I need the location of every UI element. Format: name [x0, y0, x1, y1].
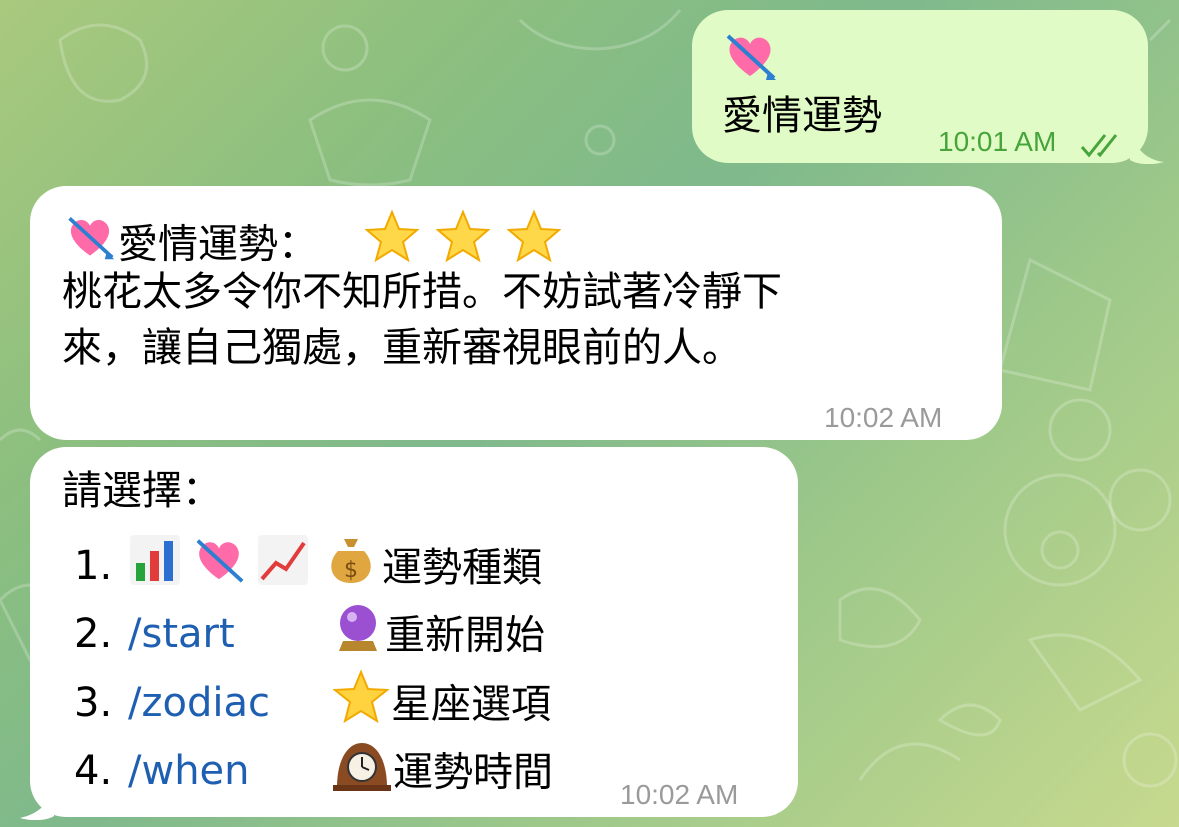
menu-item-2: 2. /start 重新開始 — [74, 601, 545, 659]
fortune-text-line-1: 桃花太多令你不知所措。不妨試著冷靜下 — [62, 269, 782, 315]
menu-item-3: 3. /zodiac 星座選項 — [74, 669, 551, 728]
menu-timestamp: 10:02 AM — [620, 779, 739, 810]
menu-item-label: 重新開始 — [385, 612, 545, 659]
bar-chart-icon — [128, 533, 182, 602]
outgoing-bubble-tail — [1130, 128, 1164, 164]
star-icon — [331, 669, 391, 740]
menu-item-number: 2. — [74, 610, 113, 657]
menu-item-label: 運勢種類 — [382, 544, 542, 591]
svg-text:$: $ — [344, 558, 358, 583]
double-check-icon — [1080, 118, 1126, 174]
menu-item-label: 運勢時間 — [393, 749, 553, 796]
mantelpiece-clock-icon — [331, 737, 393, 808]
start-command-link[interactable]: /start — [128, 606, 331, 662]
menu-item-4: 4. /when 運勢時間 — [74, 737, 553, 796]
menu-heading: 請選擇： — [62, 468, 222, 514]
zodiac-command-link[interactable]: /zodiac — [128, 675, 331, 731]
fortune-text-line-2: 來，讓自己獨處，重新審視眼前的人。 — [62, 325, 742, 371]
incoming-bubble-tail — [20, 784, 54, 820]
outgoing-message-bubble[interactable]: 愛情運勢 10:01 AM — [692, 10, 1148, 163]
menu-item-label: 星座選項 — [391, 681, 551, 728]
menu-item-number: 3. — [74, 679, 113, 726]
crystal-ball-icon — [331, 601, 385, 670]
outgoing-message-text: 愛情運勢 — [722, 93, 882, 139]
money-bag-icon: $ — [324, 533, 378, 602]
incoming-message-bubble-fortune[interactable]: 愛情運勢： 桃花太多令你不知所措。不妨試著冷靜下 來，讓自己獨處，重新審視眼前的… — [30, 186, 1002, 440]
fortune-timestamp: 10:02 AM — [824, 402, 943, 433]
when-command-link[interactable]: /when — [128, 743, 331, 799]
chart-increasing-icon — [256, 533, 310, 602]
menu-item-number: 4. — [74, 747, 113, 794]
incoming-message-bubble-menu[interactable]: 請選擇： 1. $ 運勢種類 2. /start 重新開始 3. /zodiac 星… — [30, 447, 798, 817]
outgoing-timestamp: 10:01 AM — [938, 126, 1057, 157]
menu-item-1: 1. $ 運勢種類 — [74, 533, 542, 591]
heart-with-arrow-icon — [192, 533, 246, 602]
fortune-title: 愛情運勢： — [118, 221, 318, 268]
menu-item-number: 1. — [74, 542, 113, 589]
